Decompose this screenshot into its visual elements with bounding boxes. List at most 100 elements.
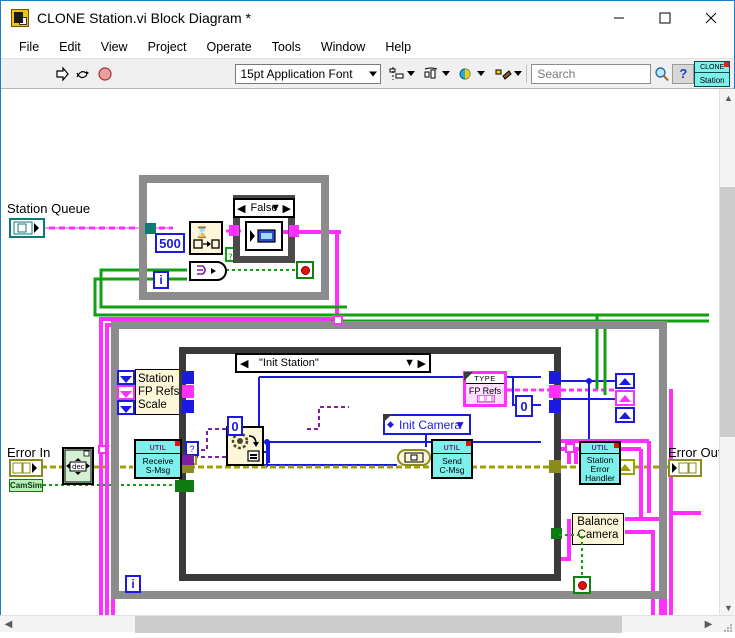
shift-register-station-left[interactable]: [117, 370, 135, 385]
zero-constant-a[interactable]: 0: [227, 416, 243, 436]
block-diagram-canvas-area: i Station Queue 500 ⌛ ?: [1, 89, 735, 633]
menu-view[interactable]: View: [91, 37, 138, 57]
help-button[interactable]: ?: [672, 64, 694, 84]
station-queue-label: Station Queue: [7, 201, 90, 216]
receive-boolean-out: ?: [185, 441, 199, 456]
font-selector-value: 15pt Application Font: [240, 67, 352, 81]
camsim-constant[interactable]: CamSim: [9, 479, 43, 492]
minimize-button[interactable]: [596, 1, 642, 35]
run-continuously-icon[interactable]: [73, 63, 95, 85]
or-gate-icon: [194, 264, 224, 278]
to-variant-node[interactable]: [397, 449, 431, 466]
abort-execution-icon[interactable]: [94, 63, 116, 85]
init-station-case-value: "Init Station": [259, 357, 319, 369]
case-tunnel-fprefs-in: [182, 385, 194, 398]
menu-project[interactable]: Project: [138, 37, 197, 57]
search-placeholder: Search: [537, 67, 575, 81]
subvi-send-c-msg[interactable]: UTIL Send C-Msg: [431, 439, 473, 479]
shift-register-scale-left[interactable]: [117, 400, 135, 415]
station-queue-terminal[interactable]: [9, 218, 45, 238]
init-camera-enum[interactable]: ◆ Init Camera ▼: [383, 414, 471, 435]
menubar: File Edit View Project Operate Tools Win…: [1, 35, 734, 59]
search-input[interactable]: Search: [531, 64, 650, 84]
case-prev-arrow-icon[interactable]: ◀: [237, 202, 245, 215]
scroll-left-icon[interactable]: ◀: [0, 616, 17, 633]
cluster-item-station: Station: [138, 373, 174, 386]
case-next-arrow-icon[interactable]: ▶: [418, 357, 426, 370]
font-selector[interactable]: 15pt Application Font: [235, 64, 380, 84]
distribute-objects-button[interactable]: [423, 66, 450, 82]
svg-text:⌛: ⌛: [195, 226, 209, 239]
svg-text:dec: dec: [72, 463, 85, 471]
error-in-label: Error In: [7, 445, 50, 460]
chevron-down-icon[interactable]: ▼: [454, 418, 466, 432]
subvi-send-line2: C-Msg: [439, 466, 464, 475]
chevron-down-icon[interactable]: ▼: [404, 357, 415, 369]
run-arrow-icon[interactable]: [51, 63, 73, 85]
menu-operate[interactable]: Operate: [196, 37, 261, 57]
labview-vi-icon: [11, 9, 29, 27]
cluster-item-scale: Scale: [138, 399, 167, 412]
menu-file[interactable]: File: [9, 37, 49, 57]
case-prev-arrow-icon[interactable]: ◀: [240, 357, 248, 370]
scroll-down-icon[interactable]: ▼: [720, 599, 735, 616]
in-place-element-structure[interactable]: dec: [62, 447, 94, 485]
typedef-fp-refs[interactable]: TYPE FP Refs: [463, 371, 507, 407]
subvi-receive-flag: [175, 441, 180, 446]
zero-constant-b[interactable]: 0: [515, 395, 533, 417]
chevron-down-icon: [369, 71, 377, 76]
reorder-objects-button[interactable]: [493, 66, 522, 82]
menu-window[interactable]: Window: [311, 37, 375, 57]
horizontal-scrollbar[interactable]: ◀ ▶: [0, 615, 735, 632]
close-button[interactable]: [688, 1, 734, 35]
toolbar: 15pt Application Font: [1, 59, 734, 89]
menu-edit[interactable]: Edit: [49, 37, 91, 57]
dequeue-element-node[interactable]: ⌛: [189, 221, 223, 255]
subvi-station-error-handler[interactable]: UTIL Station Error Handler: [579, 441, 621, 485]
maximize-button[interactable]: [642, 1, 688, 35]
typedef-corner-marker: [464, 372, 473, 381]
subvi-receive-s-msg[interactable]: UTIL Receive S-Msg: [134, 439, 182, 479]
vi-icon-line2: Station: [695, 73, 729, 85]
error-out-terminal[interactable]: [668, 459, 702, 477]
align-objects-button[interactable]: [388, 66, 415, 82]
window-titlebar: CLONE Station.vi Block Diagram *: [1, 1, 734, 35]
balance-camera-line1: Balance: [577, 516, 619, 529]
in-place-element-icon: dec: [64, 449, 92, 483]
camsim-tunnel-loop: [175, 480, 186, 492]
case-next-arrow-icon[interactable]: ▶: [283, 202, 291, 215]
error-in-terminal[interactable]: [9, 459, 43, 477]
chevron-down-icon: [477, 71, 485, 76]
shift-register-fprefs-left[interactable]: [117, 385, 135, 400]
chevron-down-icon: [514, 71, 522, 76]
shift-register-scale-right[interactable]: [615, 407, 635, 423]
block-diagram-canvas[interactable]: i Station Queue 500 ⌛ ?: [1, 89, 719, 616]
subvi-receive-line2: S-Msg: [143, 466, 174, 475]
search-icon[interactable]: [651, 63, 673, 85]
scroll-right-icon[interactable]: ▶: [700, 616, 717, 633]
shift-register-station-right[interactable]: [615, 373, 635, 389]
timeout-constant[interactable]: 500: [155, 233, 185, 253]
menu-tools[interactable]: Tools: [262, 37, 311, 57]
init-station-case-selector[interactable]: ◀ "Init Station" ▼ ▶: [235, 353, 431, 373]
horizontal-scrollbar-thumb[interactable]: [135, 616, 622, 633]
receive-variant-out: [182, 455, 194, 465]
menu-help[interactable]: Help: [375, 37, 421, 57]
case-tunnel-scale-in: [182, 400, 194, 413]
scroll-up-icon[interactable]: ▲: [720, 89, 735, 106]
resize-objects-button[interactable]: [458, 66, 485, 82]
vi-modified-flag: [724, 62, 729, 67]
inner-case-selector[interactable]: ◀ False ▼ ▶: [233, 198, 295, 218]
or-gate-node[interactable]: [189, 261, 227, 281]
vi-icon-thumbnail[interactable]: CLONE Station: [694, 61, 730, 87]
stop-terminal-upper[interactable]: [296, 261, 314, 279]
chevron-down-icon: [442, 71, 450, 76]
vertical-scrollbar-thumb[interactable]: [720, 187, 735, 437]
shift-register-fprefs-right[interactable]: [615, 390, 635, 406]
vertical-scrollbar[interactable]: ▲ ▼: [719, 89, 735, 616]
chevron-down-icon[interactable]: ▼: [270, 202, 281, 214]
dequeue-element-icon: ⌛: [191, 223, 221, 253]
case-tunnel-scale-out: [549, 400, 561, 413]
resize-grip-icon[interactable]: [723, 620, 733, 630]
enqueue-element-node[interactable]: [245, 221, 283, 251]
